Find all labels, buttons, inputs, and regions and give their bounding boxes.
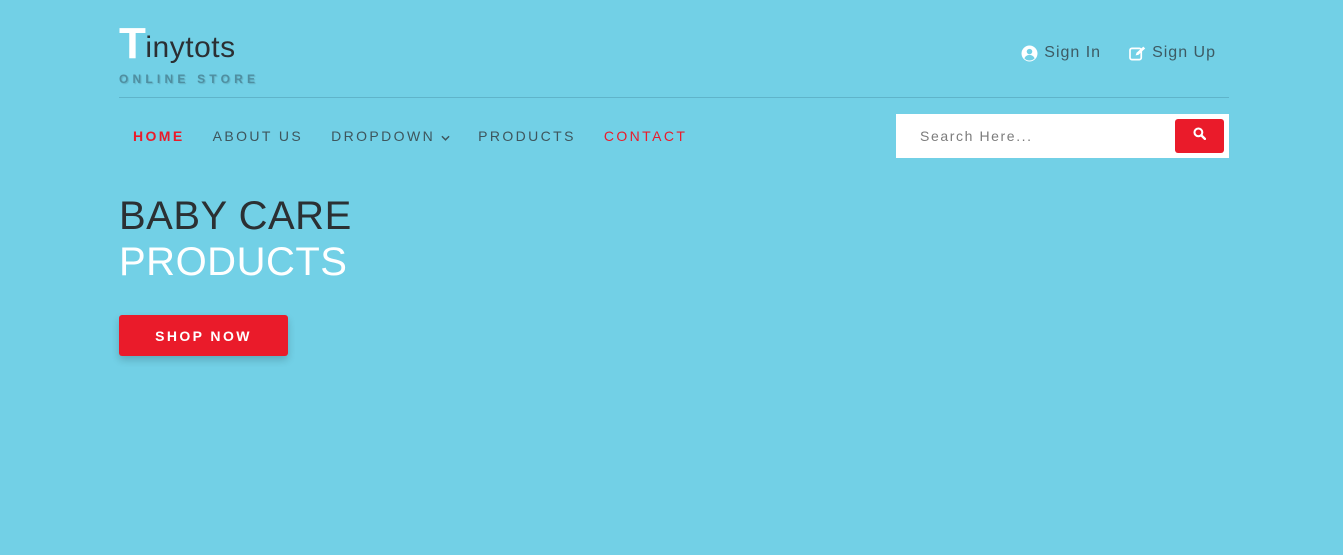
search-button[interactable] bbox=[1175, 119, 1224, 153]
nav-item-label: DROPDOWN bbox=[331, 128, 436, 144]
nav-item-home[interactable]: HOME bbox=[119, 126, 199, 146]
search-box bbox=[896, 114, 1229, 158]
logo-tagline: ONLINE STORE bbox=[119, 72, 260, 86]
edit-icon bbox=[1129, 46, 1146, 61]
nav-item-about-us[interactable]: ABOUT US bbox=[199, 126, 318, 146]
chevron-down-icon bbox=[441, 126, 450, 146]
logo-name: inytots bbox=[145, 31, 236, 64]
user-circle-icon bbox=[1021, 45, 1038, 62]
main-nav: HOME ABOUT US DROPDOWN PRODUCTS CONTACT bbox=[119, 126, 701, 146]
nav-item-label: HOME bbox=[133, 128, 185, 144]
auth-links: Sign In Sign Up bbox=[1021, 44, 1216, 62]
nav-item-products[interactable]: PRODUCTS bbox=[464, 126, 590, 146]
sign-in-link[interactable]: Sign In bbox=[1021, 44, 1101, 62]
page-container: Tinytots ONLINE STORE Sign In Sign Up HO… bbox=[119, 0, 1229, 555]
search-input[interactable] bbox=[896, 114, 1171, 158]
search-icon bbox=[1193, 127, 1207, 145]
nav-item-contact[interactable]: CONTACT bbox=[590, 126, 701, 146]
logo-title: Tinytots bbox=[119, 22, 259, 66]
nav-item-dropdown[interactable]: DROPDOWN bbox=[317, 126, 464, 146]
sign-up-link[interactable]: Sign Up bbox=[1129, 44, 1216, 62]
hero-title-line1: BABY CARE bbox=[119, 194, 352, 238]
site-header: Tinytots ONLINE STORE Sign In Sign Up bbox=[119, 0, 1229, 98]
nav-item-label: PRODUCTS bbox=[478, 128, 576, 144]
hero-heading: BABY CARE PRODUCTS bbox=[119, 194, 352, 286]
hero-title-line2: PRODUCTS bbox=[119, 240, 348, 284]
nav-item-label: CONTACT bbox=[603, 128, 688, 144]
sign-in-label: Sign In bbox=[1044, 44, 1102, 61]
nav-item-label: ABOUT US bbox=[212, 128, 304, 144]
sign-up-label: Sign Up bbox=[1152, 44, 1216, 61]
logo[interactable]: Tinytots ONLINE STORE bbox=[119, 22, 260, 87]
logo-initial: T bbox=[119, 19, 147, 68]
shop-now-button[interactable]: SHOP NOW bbox=[119, 315, 288, 356]
